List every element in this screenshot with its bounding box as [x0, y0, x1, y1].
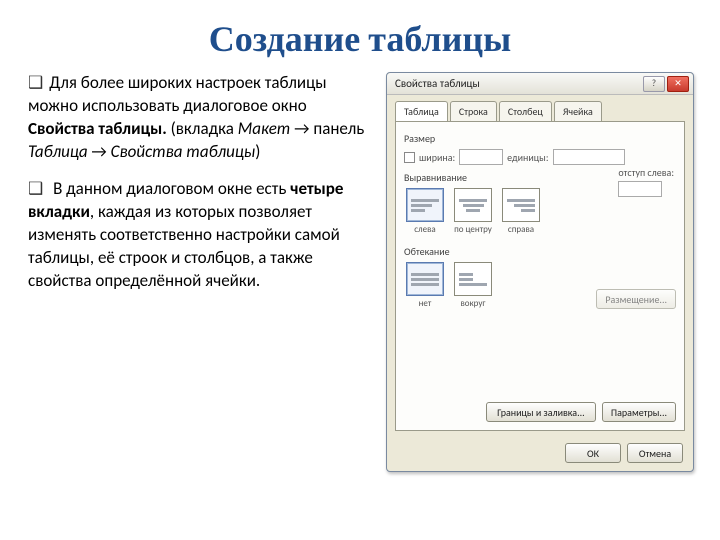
- tabstrip: Таблица Строка Столбец Ячейка: [387, 95, 693, 121]
- p1-i3: Свойства таблицы: [111, 141, 256, 162]
- wrap-none-caption: нет: [419, 298, 432, 309]
- units-select[interactable]: [553, 149, 625, 165]
- align-left-caption: слева: [414, 224, 436, 235]
- table-properties-dialog: Свойства таблицы ? ✕ Таблица Строка Стол…: [386, 72, 694, 472]
- indent-block: отступ слева:: [618, 166, 674, 197]
- wrap-group-label: Обтекание: [404, 245, 676, 258]
- align-right-caption: справа: [508, 224, 534, 235]
- p1-bold: Свойства таблицы.: [28, 118, 167, 139]
- pane-bottom-buttons: Границы и заливка... Параметры...: [404, 402, 676, 422]
- slide-title: Создание таблицы: [0, 0, 720, 72]
- width-label: ширина:: [419, 151, 455, 164]
- tab-pane: Размер ширина: единицы: Выравнивание отс…: [395, 121, 685, 431]
- p1-arr2: →: [88, 141, 111, 162]
- borders-button[interactable]: Границы и заливка...: [486, 402, 596, 422]
- wrap-options: нет вокруг Размещение...: [406, 262, 676, 309]
- align-center[interactable]: по центру: [454, 188, 492, 235]
- p2-prefix: В данном диалоговом окне есть: [49, 178, 290, 199]
- dialog-title: Свойства таблицы: [391, 77, 641, 90]
- left-column: Для более широких настроек таблицы можно…: [28, 72, 368, 472]
- paragraph-1: Для более широких настроек таблицы можно…: [28, 72, 368, 164]
- p1-arr1: → панель: [290, 118, 364, 139]
- tab-cell[interactable]: Ячейка: [554, 101, 602, 121]
- wrap-none-icon: [406, 262, 444, 296]
- options-button[interactable]: Параметры...: [602, 402, 676, 422]
- units-label: единицы:: [507, 151, 548, 164]
- bullet-icon: [28, 72, 49, 93]
- p1-i1: Макет: [238, 118, 291, 139]
- p1-i2: Таблица: [28, 141, 88, 162]
- wrap-around-icon: [454, 262, 492, 296]
- indent-label: отступ слева:: [618, 166, 674, 179]
- paragraph-2: В данном диалоговом окне есть четыре вкл…: [28, 178, 368, 293]
- p1-a1: (вкладка: [167, 118, 238, 139]
- align-center-icon: [454, 188, 492, 222]
- width-row: ширина: единицы:: [404, 149, 676, 165]
- align-center-caption: по центру: [454, 224, 492, 235]
- align-left[interactable]: слева: [406, 188, 444, 235]
- help-button[interactable]: ?: [643, 76, 665, 92]
- tab-column[interactable]: Столбец: [499, 101, 552, 121]
- p1-text: Для более широких настроек таблицы можно…: [28, 72, 327, 116]
- indent-input[interactable]: [618, 181, 662, 197]
- width-checkbox[interactable]: [404, 152, 415, 163]
- ok-button[interactable]: ОК: [565, 443, 621, 463]
- tab-row[interactable]: Строка: [450, 101, 497, 121]
- close-button[interactable]: ✕: [667, 76, 689, 92]
- position-button[interactable]: Размещение...: [596, 289, 676, 309]
- dialog-screenshot: Свойства таблицы ? ✕ Таблица Строка Стол…: [386, 72, 696, 472]
- dialog-buttons: ОК Отмена: [565, 443, 683, 463]
- bullet-icon: [28, 178, 49, 199]
- size-group-label: Размер: [404, 132, 676, 145]
- align-right-icon: [502, 188, 540, 222]
- content-area: Для более широких настроек таблицы можно…: [0, 72, 720, 472]
- align-left-icon: [406, 188, 444, 222]
- wrap-around-caption: вокруг: [460, 298, 485, 309]
- width-input[interactable]: [459, 149, 503, 165]
- cancel-button[interactable]: Отмена: [627, 443, 683, 463]
- wrap-none[interactable]: нет: [406, 262, 444, 309]
- tab-table[interactable]: Таблица: [395, 101, 448, 121]
- p1-a2: ): [255, 141, 260, 162]
- titlebar: Свойства таблицы ? ✕: [387, 73, 693, 95]
- wrap-around[interactable]: вокруг: [454, 262, 492, 309]
- align-right[interactable]: справа: [502, 188, 540, 235]
